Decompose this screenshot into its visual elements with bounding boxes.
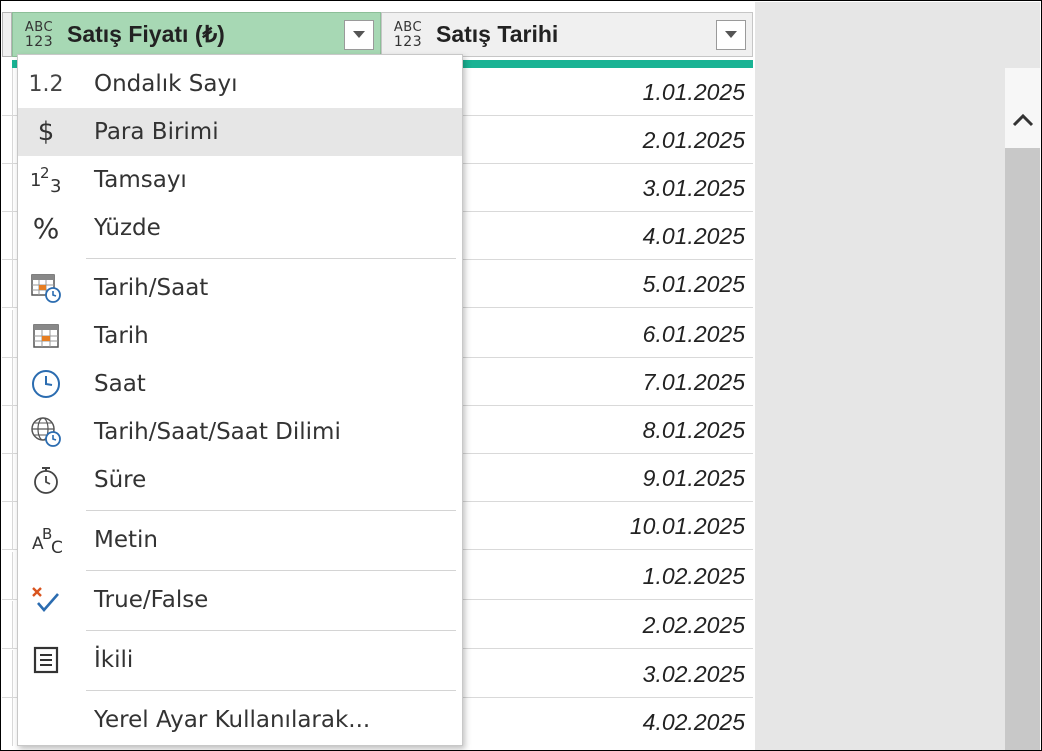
scroll-up-button[interactable] [1005, 100, 1040, 140]
date-icon [18, 312, 74, 360]
column-header-date[interactable]: ABC 123 Satış Tarihi [381, 12, 753, 57]
menu-item-label: True/False [94, 587, 209, 613]
datetime-icon [18, 264, 74, 312]
table-cell[interactable] [2, 260, 13, 307]
svg-text:2: 2 [40, 164, 50, 182]
chevron-down-icon [353, 31, 365, 38]
menu-item-percentage[interactable]: % Yüzde [18, 204, 462, 252]
menu-item-using-locale[interactable]: Yerel Ayar Kullanılarak... [18, 696, 462, 744]
menu-item-icon-placeholder [18, 696, 74, 744]
chevron-down-icon [725, 31, 737, 38]
menu-item-label: Tarih/Saat [94, 275, 209, 301]
menu-item-true-false[interactable]: True/False [18, 576, 462, 624]
menu-item-label: Saat [94, 371, 146, 397]
decimal-icon: 1.2 [28, 71, 64, 97]
menu-separator [86, 510, 456, 511]
menu-item-decimal[interactable]: 1.2 Ondalık Sayı [18, 60, 462, 108]
menu-separator [86, 258, 456, 259]
table-cell[interactable] [2, 454, 13, 501]
menu-item-label: Ondalık Sayı [94, 71, 238, 97]
menu-item-label: Tarih [94, 323, 149, 349]
duration-icon [18, 456, 74, 504]
menu-separator [86, 630, 456, 631]
menu-item-datetime-timezone[interactable]: Tarih/Saat/Saat Dilimi [18, 408, 462, 456]
chevron-up-icon [1012, 113, 1033, 127]
menu-item-whole-number[interactable]: 123 Tamsayı [18, 156, 462, 204]
table-cell[interactable] [2, 212, 13, 259]
previous-column-header[interactable] [2, 12, 12, 57]
table-cell[interactable] [2, 406, 13, 453]
menu-item-label: Yüzde [94, 215, 161, 241]
table-cell[interactable] [2, 164, 13, 211]
table-cell[interactable] [2, 650, 13, 697]
menu-item-datetime[interactable]: Tarih/Saat [18, 264, 462, 312]
datetime-timezone-icon [18, 408, 74, 456]
svg-text:3: 3 [50, 176, 61, 196]
type-any-icon[interactable]: ABC 123 [19, 20, 59, 50]
type-any-icon[interactable]: ABC 123 [388, 20, 428, 50]
data-type-menu: 1.2 Ondalık Sayı $ Para Birimi 123 Tamsa… [17, 54, 463, 746]
filter-dropdown-button[interactable] [716, 19, 746, 50]
menu-item-label: İkili [94, 647, 134, 673]
binary-icon [18, 636, 74, 684]
table-cell[interactable] [2, 310, 13, 357]
percent-icon: % [32, 211, 60, 245]
empty-pane [755, 2, 1040, 750]
time-icon [18, 360, 74, 408]
menu-item-duration[interactable]: Süre [18, 456, 462, 504]
table-cell[interactable] [2, 601, 13, 648]
menu-item-binary[interactable]: İkili [18, 636, 462, 684]
text-icon: ABC [18, 516, 74, 564]
vertical-scrollbar-thumb[interactable] [1005, 148, 1040, 750]
menu-separator [86, 690, 456, 691]
table-cell[interactable] [2, 358, 13, 405]
whole-number-icon: 123 [18, 156, 74, 204]
table-cell[interactable] [2, 552, 13, 599]
menu-item-text[interactable]: ABC Metin [18, 516, 462, 564]
menu-item-time[interactable]: Saat [18, 360, 462, 408]
menu-item-date[interactable]: Tarih [18, 312, 462, 360]
menu-item-label: Tamsayı [94, 167, 187, 193]
menu-item-label: Metin [94, 527, 158, 553]
menu-item-label: Yerel Ayar Kullanılarak... [94, 707, 371, 733]
menu-item-label: Süre [94, 467, 147, 493]
table-cell[interactable] [2, 68, 13, 115]
table-cell[interactable] [2, 502, 13, 549]
menu-item-currency[interactable]: $ Para Birimi [18, 108, 462, 156]
menu-item-label: Tarih/Saat/Saat Dilimi [94, 419, 341, 445]
column-header-price[interactable]: ABC 123 Satış Fiyatı (₺) [12, 12, 381, 57]
menu-separator [86, 570, 456, 571]
column-title: Satış Fiyatı (₺) [67, 21, 225, 47]
currency-icon: $ [37, 117, 55, 147]
menu-item-label: Para Birimi [94, 119, 219, 145]
svg-text:C: C [51, 538, 63, 557]
true-false-icon [18, 576, 74, 624]
column-title: Satış Tarihi [436, 21, 559, 47]
filter-dropdown-button[interactable] [344, 19, 374, 50]
table-cell[interactable] [2, 698, 13, 746]
table-cell[interactable] [2, 116, 13, 163]
